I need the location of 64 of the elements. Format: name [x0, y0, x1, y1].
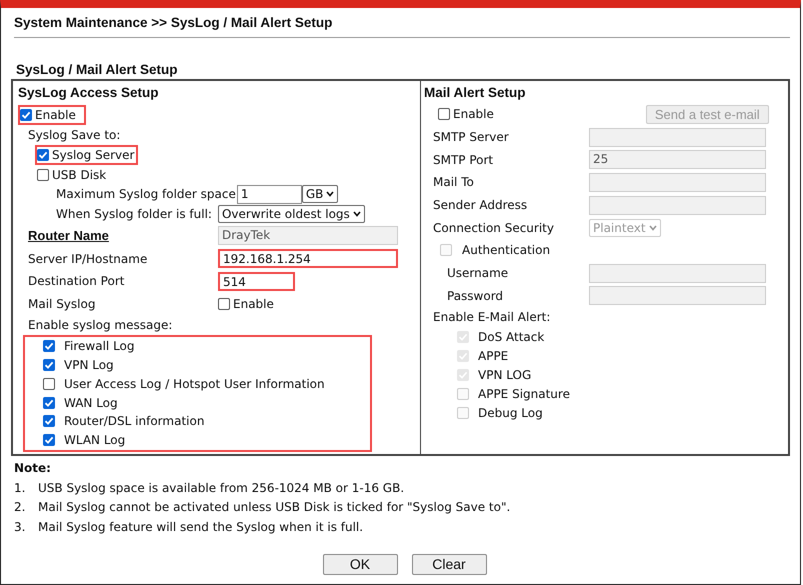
checkbox-label: Enable [453, 107, 494, 122]
checkbox[interactable] [20, 109, 32, 121]
checkbox[interactable] [43, 358, 55, 371]
field-label: Enable E-Mail Alert: [432, 310, 552, 324]
checkbox-label: Enable [35, 108, 76, 122]
field-label: When Syslog folder is full: [56, 206, 212, 221]
checkbox-label: APPE Signature [478, 386, 570, 401]
field-label: Mail Syslog [28, 296, 96, 311]
checkbox[interactable] [37, 148, 49, 160]
checkbox-label: Firewall Log [64, 339, 134, 354]
caret-icon [326, 191, 334, 198]
field-label: SMTP Server [432, 130, 510, 144]
checkbox-label: Router/DSL information [64, 414, 204, 428]
field-label: Sender Address [432, 198, 528, 212]
checkbox-label: Debug Log [478, 406, 543, 420]
caret-icon [648, 224, 657, 231]
checkbox-label: WLAN Log [64, 433, 126, 448]
checkbox-label: USB Disk [52, 168, 106, 182]
checkbox-label: DoS Attack [478, 330, 544, 344]
field-label: Syslog Save to: [28, 128, 120, 142]
checkbox-label: WAN Log [64, 396, 118, 410]
checkbox[interactable] [438, 108, 450, 120]
checkbox[interactable] [43, 415, 55, 428]
checkbox-label: APPE [478, 348, 508, 363]
ok-button[interactable]: OK [322, 554, 398, 574]
note-text: Mail Syslog cannot be activated unless USB Disk is ticked for "Syslog Save to". [38, 500, 510, 514]
note-heading: Note: [14, 460, 51, 477]
checkbox-label: User Access Log / Hotspot User Information [64, 376, 325, 391]
checkbox[interactable] [43, 340, 55, 352]
input-field[interactable]: 514 [218, 272, 295, 291]
dropdown[interactable]: Overwrite oldest logs [218, 204, 365, 223]
list-number: 2. [14, 500, 26, 514]
field-label: SMTP Port [432, 152, 494, 167]
section-title: SysLog / Mail Alert Setup [16, 62, 179, 79]
field-label: Destination Port [28, 274, 126, 288]
field-label: Server IP/Hostname [28, 252, 148, 266]
note-text: USB Syslog space is available from 256-1024 MB or 1-16 GB. [38, 480, 404, 495]
checkbox[interactable] [43, 378, 55, 390]
field-label: Mail To [432, 175, 475, 190]
checkbox[interactable] [43, 396, 55, 409]
panel-heading: Mail Alert Setup [424, 84, 526, 102]
unit-dropdown[interactable]: GB [302, 185, 338, 204]
checkbox-label: Authentication [462, 243, 550, 258]
checkbox-label: VPN LOG [478, 368, 532, 382]
field-label: Enable syslog message: [28, 318, 172, 332]
checkbox-label: VPN Log [64, 358, 114, 372]
page-title: System Maintenance >> SysLog / Mail Alert Setup [14, 15, 334, 32]
panel-heading: SysLog Access Setup [18, 84, 159, 102]
field-label: Maximum Syslog folder space [56, 187, 236, 202]
field-label: Connection Security [432, 220, 555, 235]
list-number: 1. [14, 480, 26, 495]
field-label: Username [446, 266, 510, 280]
input-field[interactable]: 192.168.1.254 [218, 249, 398, 268]
field-label: Password [446, 288, 504, 303]
list-number: 3. [14, 520, 26, 534]
clear-button[interactable]: Clear [412, 554, 486, 574]
checkbox[interactable] [43, 434, 55, 446]
checkbox[interactable] [218, 298, 230, 310]
caret-icon [352, 210, 361, 217]
input-field[interactable]: 1 [236, 184, 302, 204]
checkbox-label: Enable [233, 296, 274, 311]
checkbox-label: Syslog Server [52, 148, 134, 162]
checkbox[interactable] [37, 168, 49, 180]
note-text: Mail Syslog feature will send the Syslog when it is full. [38, 520, 364, 534]
